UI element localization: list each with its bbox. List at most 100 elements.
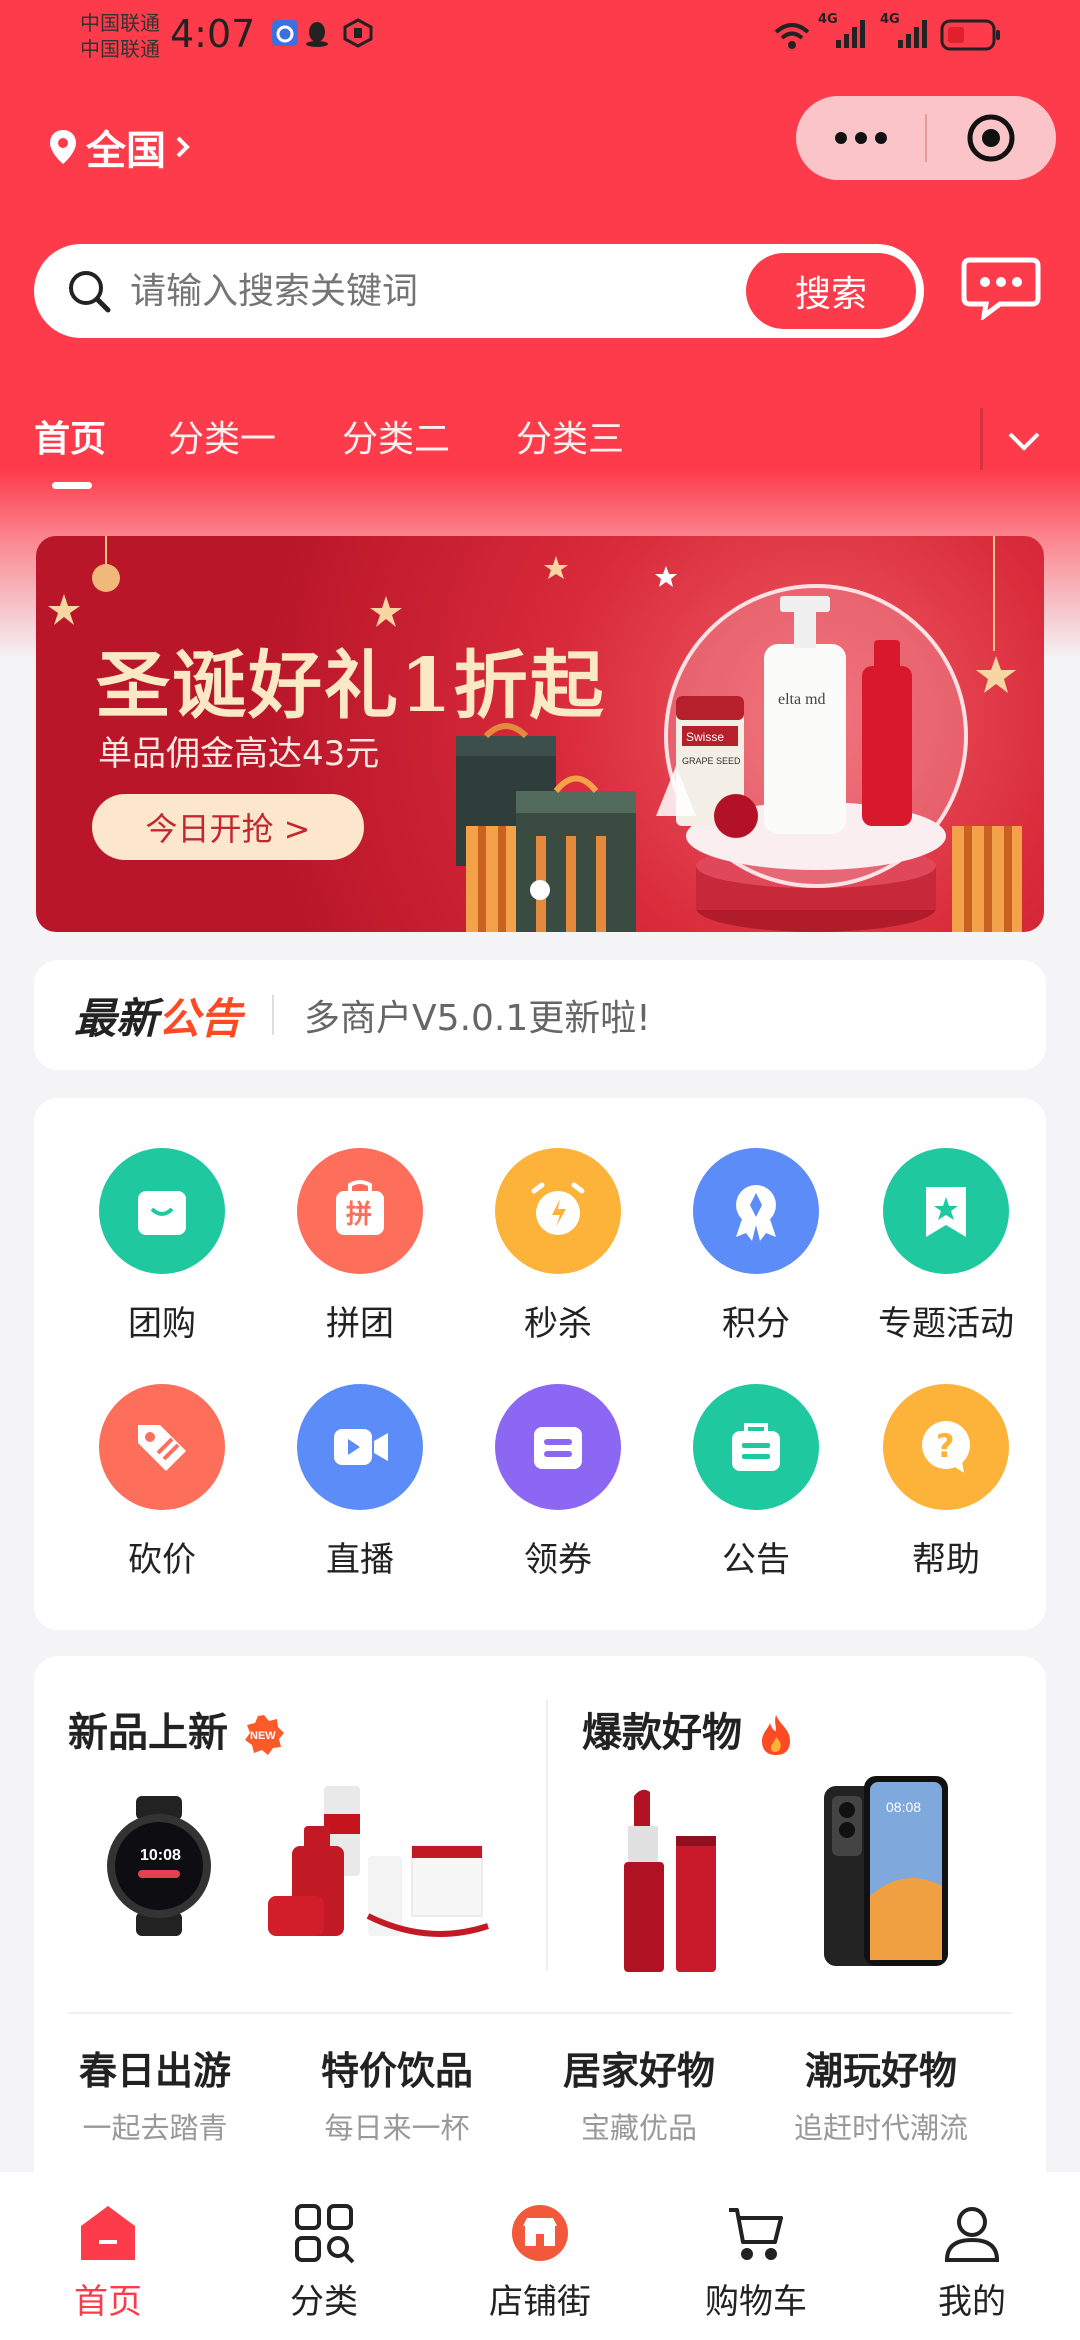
menu-label: 砍价 (128, 1540, 196, 1580)
smartphone-image[interactable]: 08:08 (824, 1776, 954, 1976)
promo-banner[interactable]: Swisse GRAPE SEED elta md 圣诞好礼1折起 单品佣金高达… (36, 536, 1044, 932)
menu-points[interactable]: 积分 (656, 1148, 856, 1345)
menu-label: 秒杀 (524, 1304, 592, 1344)
chevron-down-icon[interactable] (1002, 420, 1046, 464)
location-pin-icon (50, 130, 76, 164)
more-menu-button[interactable] (796, 96, 925, 180)
menu-label: 直播 (326, 1540, 394, 1580)
price-tag-icon (99, 1384, 225, 1510)
battery-icon (940, 19, 1000, 51)
search-input[interactable] (130, 270, 746, 312)
menu-group-buy[interactable]: 团购 (62, 1148, 262, 1345)
menu-label: 帮助 (912, 1540, 980, 1580)
cat-subtitle: 宝藏优品 (580, 2111, 697, 2145)
menu-label: 拼团 (326, 1304, 394, 1344)
status-bar: 中国联通 中国联通 4:07 4G 4G (0, 0, 1080, 75)
search-bar: 搜索 (34, 244, 924, 338)
new-arrivals-title[interactable]: 新品上新 NEW (68, 1700, 286, 1758)
tabbar-cart[interactable]: 购物车 (656, 2200, 856, 2323)
home-icon (8, 2200, 208, 2266)
store-icon (440, 2200, 640, 2266)
tabbar-me[interactable]: 我的 (872, 2200, 1072, 2323)
coupon-icon (495, 1384, 621, 1510)
fire-icon (761, 1715, 790, 1755)
menu-label: 积分 (722, 1304, 790, 1344)
chevron-right-icon (176, 136, 190, 158)
svg-text:拼: 拼 (346, 1200, 372, 1230)
skincare-set-image[interactable] (268, 1786, 498, 1956)
new-badge-text: NEW (250, 1730, 276, 1742)
lipstick-image[interactable] (614, 1786, 724, 1976)
tabbar-label: 我的 (938, 2282, 1006, 2322)
more-dots-icon (834, 132, 887, 144)
tabbar-store-street[interactable]: 店铺街 (440, 2200, 640, 2323)
svg-text:?: ? (936, 1427, 955, 1465)
menu-label: 专题活动 (878, 1304, 1014, 1344)
tabbar-home[interactable]: 首页 (8, 2200, 208, 2323)
cat-title: 潮玩好物 (804, 2049, 957, 2093)
notice-bar[interactable]: 最新公告 多商户V5.0.1更新啦! (34, 960, 1046, 1070)
group-buy-icon: 拼 (297, 1148, 423, 1274)
tab-category-1[interactable]: 分类一 (168, 410, 276, 462)
quick-menu: 团购 拼 拼团 秒杀 积分 专题活动 砍价 直播 领券 公告 ? 帮助 (34, 1098, 1046, 1630)
hot-items-title[interactable]: 爆款好物 (582, 1700, 796, 1758)
tab-category-2[interactable]: 分类二 (342, 410, 450, 462)
signal-icon-2 (898, 20, 927, 48)
bottom-tab-bar: 首页 分类 店铺街 购物车 我的 (0, 2172, 1080, 2340)
close-miniprogram-button[interactable] (927, 96, 1056, 180)
category-tabs: 首页 分类一 分类二 分类三 (0, 410, 1080, 490)
user-icon (872, 2200, 1072, 2266)
notice-board-icon (693, 1384, 819, 1510)
menu-label: 团购 (128, 1304, 196, 1344)
wifi-icon (774, 23, 810, 49)
search-button[interactable]: 搜索 (746, 253, 916, 329)
menu-live[interactable]: 直播 (260, 1384, 460, 1581)
menu-help[interactable]: ? 帮助 (846, 1384, 1046, 1581)
category-trendy-toys[interactable]: 潮玩好物 追赶时代潮流 (760, 2040, 1002, 2147)
question-icon: ? (883, 1384, 1009, 1510)
cat-subtitle: 每日来一杯 (324, 2111, 470, 2145)
shopping-bag-icon (99, 1148, 225, 1274)
menu-label: 公告 (722, 1540, 790, 1580)
banner-title: 圣诞好礼1折起 (96, 643, 606, 729)
promo-divider (546, 1700, 548, 1970)
tab-category-3[interactable]: 分类三 (516, 410, 624, 462)
menu-coupons[interactable]: 领券 (458, 1384, 658, 1581)
carousel-indicator (530, 880, 550, 900)
category-spring-outing[interactable]: 春日出游 一起去踏青 (34, 2040, 276, 2147)
cat-subtitle: 追赶时代潮流 (793, 2111, 968, 2145)
grape-seed-label: GRAPE SEED (682, 756, 741, 766)
notice-divider (272, 995, 275, 1035)
category-home-goods[interactable]: 居家好物 宝藏优品 (518, 2040, 760, 2147)
location-label: 全国 (86, 128, 166, 174)
menu-pin-tuan[interactable]: 拼 拼团 (260, 1148, 460, 1345)
category-grid-icon (224, 2200, 424, 2266)
hot-items-label: 爆款好物 (582, 1710, 742, 1756)
qq-icon (306, 22, 328, 47)
menu-bargain[interactable]: 砍价 (62, 1384, 262, 1581)
phone-time: 08:08 (886, 1799, 921, 1815)
menu-flash-sale[interactable]: 秒杀 (458, 1148, 658, 1345)
tabbar-label: 分类 (290, 2282, 358, 2322)
carrier-2: 中国联通 (80, 37, 160, 61)
menu-announcements[interactable]: 公告 (656, 1384, 856, 1581)
banner-cta-button[interactable]: 今日开抢 > (92, 794, 364, 860)
eltamd-label: elta md (778, 691, 826, 708)
tabbar-category[interactable]: 分类 (224, 2200, 424, 2323)
cart-icon (656, 2200, 856, 2266)
message-icon[interactable] (960, 256, 1042, 320)
tab-home[interactable]: 首页 (34, 410, 106, 462)
location-selector[interactable]: 全国 (48, 118, 202, 176)
watch-time: 10:08 (140, 1847, 181, 1864)
menu-special-events[interactable]: 专题活动 (846, 1148, 1046, 1345)
banner-subtitle: 单品佣金高达43元 (98, 734, 380, 774)
signal-icon (836, 20, 865, 48)
active-tab-indicator (52, 482, 92, 489)
notice-title-part1: 最新 (74, 993, 159, 1043)
smartwatch-image[interactable]: 10:08 (104, 1796, 214, 1936)
cat-title: 居家好物 (562, 2049, 715, 2093)
notice-title-part2: 公告 (158, 993, 243, 1043)
alarm-app-icon (272, 20, 298, 46)
category-special-drinks[interactable]: 特价饮品 每日来一杯 (276, 2040, 518, 2147)
cat-title: 特价饮品 (320, 2049, 473, 2093)
